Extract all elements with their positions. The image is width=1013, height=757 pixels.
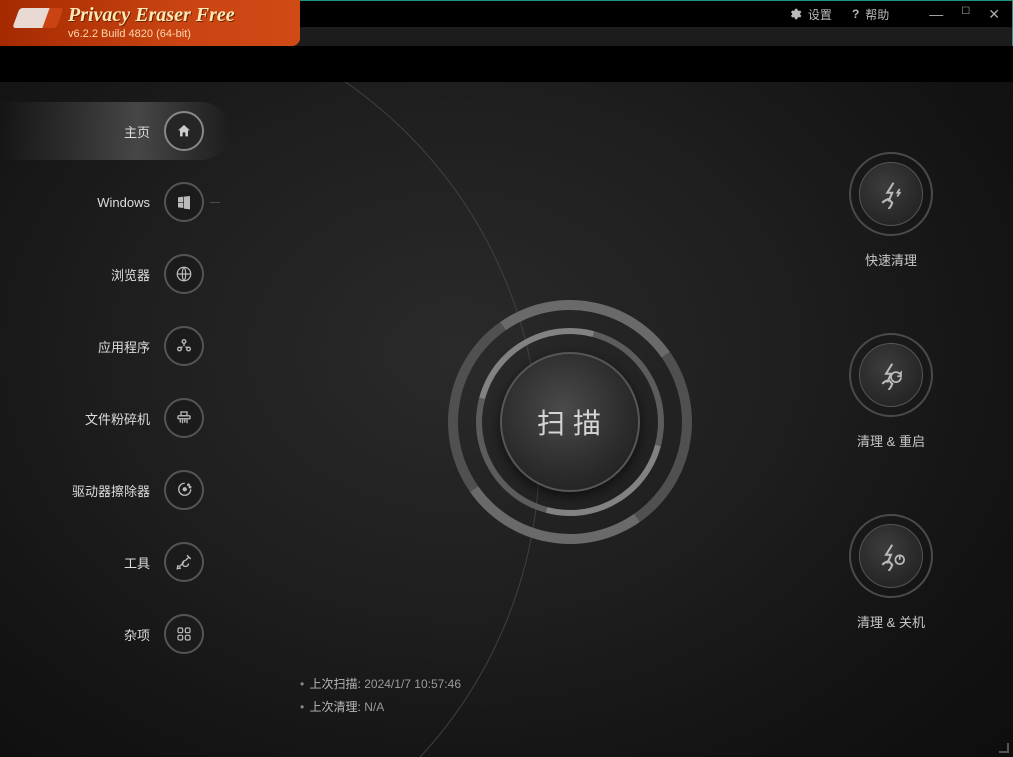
- nav-apps[interactable]: 应用程序: [0, 310, 230, 382]
- windows-icon: [164, 182, 204, 222]
- nav-shredder-label: 文件粉碎机: [85, 409, 150, 428]
- main-area: 主页 Windows 浏览器 应用程序 文件粉碎机: [0, 82, 1013, 757]
- nav-misc[interactable]: 杂项: [0, 598, 230, 670]
- globe-icon: [164, 254, 204, 294]
- close-button[interactable]: ✕: [988, 7, 1000, 21]
- drive-wiper-icon: [164, 470, 204, 510]
- nav-apps-label: 应用程序: [98, 337, 150, 356]
- nav-windows[interactable]: Windows: [0, 166, 230, 238]
- action-column: 快速清理 清理 & 重启 清理 & 关机: [849, 152, 933, 631]
- scan-control: 扫描: [470, 322, 670, 522]
- nav-home[interactable]: 主页: [0, 102, 230, 160]
- maximize-button[interactable]: ☐: [961, 7, 970, 21]
- resize-grip[interactable]: [999, 743, 1009, 753]
- nav-home-label: 主页: [124, 122, 150, 141]
- last-scan-label: 上次扫描:: [310, 677, 361, 691]
- clean-shutdown-label: 清理 & 关机: [857, 612, 925, 631]
- settings-button[interactable]: 设置: [788, 6, 832, 23]
- clean-restart-label: 清理 & 重启: [857, 431, 925, 450]
- nav-windows-label: Windows: [97, 195, 150, 210]
- quick-clean-button[interactable]: 快速清理: [849, 152, 933, 269]
- nav-misc-label: 杂项: [124, 625, 150, 644]
- help-button[interactable]: ? 帮助: [852, 6, 889, 23]
- scan-button[interactable]: 扫描: [500, 352, 640, 492]
- gear-icon: [788, 7, 802, 21]
- app-banner: Privacy Eraser Free v6.2.2 Build 4820 (6…: [0, 0, 300, 46]
- nav-browser[interactable]: 浏览器: [0, 238, 230, 310]
- apps-icon: [164, 326, 204, 366]
- broom-bolt-icon: [876, 179, 906, 209]
- eraser-icon: [16, 8, 58, 34]
- nav-tools[interactable]: 工具: [0, 526, 230, 598]
- nav-shredder[interactable]: 文件粉碎机: [0, 382, 230, 454]
- grid-icon: [164, 614, 204, 654]
- clean-restart-button[interactable]: 清理 & 重启: [849, 333, 933, 450]
- app-name: Privacy Eraser Free: [68, 4, 235, 27]
- nav-tools-label: 工具: [124, 553, 150, 572]
- broom-power-icon: [876, 541, 906, 571]
- nav-browser-label: 浏览器: [111, 265, 150, 284]
- nav-drive-wiper[interactable]: 驱动器擦除器: [0, 454, 230, 526]
- last-scan-value: 2024/1/7 10:57:46: [364, 677, 461, 691]
- last-clean-value: N/A: [364, 700, 384, 714]
- nav-drive-wiper-label: 驱动器擦除器: [72, 481, 150, 500]
- shredder-icon: [164, 398, 204, 438]
- settings-label: 设置: [808, 6, 832, 23]
- status-info: 上次扫描: 2024/1/7 10:57:46 上次清理: N/A: [300, 673, 461, 719]
- last-clean-label: 上次清理:: [310, 700, 361, 714]
- clean-shutdown-button[interactable]: 清理 & 关机: [849, 514, 933, 631]
- home-icon: [164, 111, 204, 151]
- app-version: v6.2.2 Build 4820 (64-bit): [68, 28, 235, 40]
- help-label: 帮助: [865, 6, 889, 23]
- scan-label: 扫描: [531, 402, 609, 442]
- quick-clean-label: 快速清理: [865, 250, 917, 269]
- question-icon: ?: [852, 7, 859, 21]
- broom-restart-icon: [876, 360, 906, 390]
- side-nav: 主页 Windows 浏览器 应用程序 文件粉碎机: [0, 102, 230, 670]
- tools-icon: [164, 542, 204, 582]
- minimize-button[interactable]: —: [929, 7, 943, 21]
